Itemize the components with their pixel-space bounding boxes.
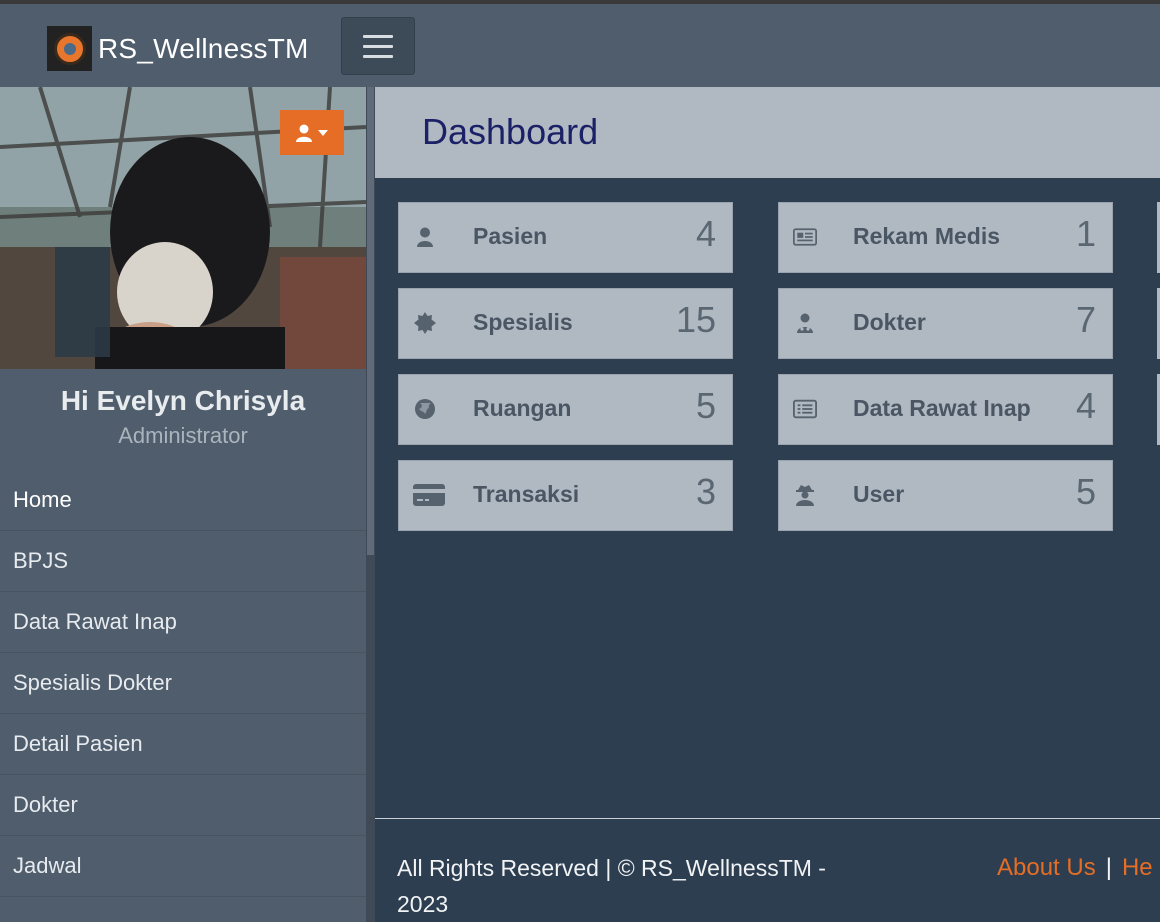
card-label: Data Rawat Inap xyxy=(853,395,1031,421)
doctor-icon xyxy=(793,311,817,335)
card-user[interactable]: User 5 xyxy=(778,460,1113,531)
page-title: Dashboard xyxy=(422,111,599,152)
globe-icon xyxy=(413,397,437,421)
card-ruangan[interactable]: Ruangan 5 xyxy=(398,374,733,445)
hamburger-icon xyxy=(363,34,393,38)
sidebar-item-jadwal[interactable]: Jadwal xyxy=(0,836,366,897)
profile-info: Hi Evelyn Chrisyla Administrator xyxy=(0,369,366,469)
card-data-rawat-inap[interactable]: Data Rawat Inap 4 xyxy=(778,374,1113,445)
brand[interactable]: RS_WellnessTM xyxy=(47,26,309,71)
sidebar-item-home[interactable]: Home xyxy=(0,470,366,531)
card-label: Dokter xyxy=(853,309,926,335)
card-count: 5 xyxy=(695,385,716,426)
sidebar-toggle-button[interactable] xyxy=(341,17,415,75)
card-label: Ruangan xyxy=(473,395,572,421)
main-content: Dashboard Pasien 4 Rekam Medis 1 Spesial… xyxy=(375,87,1160,922)
card-count: 3 xyxy=(695,471,716,512)
sidebar-item-bpjs[interactable]: BPJS xyxy=(0,531,366,592)
card-count: 7 xyxy=(1075,299,1096,340)
footer-divider xyxy=(375,818,1160,819)
sidebar: Hi Evelyn Chrisyla Administrator Home BP… xyxy=(0,87,375,922)
help-link[interactable]: He xyxy=(1122,854,1153,881)
sidebar-menu: Home BPJS Data Rawat Inap Spesialis Dokt… xyxy=(0,470,366,897)
credit-card-icon xyxy=(413,483,445,507)
sidebar-item-dokter[interactable]: Dokter xyxy=(0,775,366,836)
card-label: User xyxy=(853,481,905,507)
user-secret-icon xyxy=(793,483,817,507)
brand-title: RS_WellnessTM xyxy=(98,32,309,64)
brand-logo xyxy=(47,26,92,71)
chevron-down-icon xyxy=(318,129,328,136)
card-count: 5 xyxy=(1075,471,1096,512)
sidebar-scrollbar-thumb[interactable] xyxy=(367,87,374,555)
card-count: 4 xyxy=(1075,385,1096,426)
profile-photo xyxy=(0,87,366,369)
card-count: 15 xyxy=(675,299,716,340)
card-label: Transaksi xyxy=(473,481,580,507)
sidebar-item-data-rawat-inap[interactable]: Data Rawat Inap xyxy=(0,592,366,653)
card-rekam-medis[interactable]: Rekam Medis 1 xyxy=(778,202,1113,273)
user-icon xyxy=(413,225,437,249)
page-header: Dashboard xyxy=(375,87,1160,178)
sidebar-item-detail-pasien[interactable]: Detail Pasien xyxy=(0,714,366,775)
card-label: Pasien xyxy=(473,223,548,249)
card-dokter[interactable]: Dokter 7 xyxy=(778,288,1113,359)
user-icon xyxy=(296,124,312,142)
card-label: Spesialis xyxy=(473,309,573,335)
about-us-link[interactable]: About Us xyxy=(997,854,1096,881)
user-menu-button[interactable] xyxy=(280,110,344,155)
card-count: 4 xyxy=(695,213,716,254)
footer-copyright: All Rights Reserved | © RS_WellnessTM - … xyxy=(397,855,826,917)
sidebar-item-spesialis-dokter[interactable]: Spesialis Dokter xyxy=(0,653,366,714)
card-pasien[interactable]: Pasien 4 xyxy=(398,202,733,273)
card-spesialis[interactable]: Spesialis 15 xyxy=(398,288,733,359)
list-alt-icon xyxy=(793,397,817,421)
top-navbar: RS_WellnessTM xyxy=(0,4,1160,87)
certificate-icon xyxy=(413,311,437,335)
user-role: Administrator xyxy=(118,423,248,448)
card-label: Rekam Medis xyxy=(853,223,1001,249)
user-greeting: Hi Evelyn Chrisyla xyxy=(60,385,306,416)
card-transaksi[interactable]: Transaksi 3 xyxy=(398,460,733,531)
footer-links: About Us | He xyxy=(997,850,1153,886)
footer-separator: | xyxy=(1105,854,1112,881)
card-count: 1 xyxy=(1075,213,1096,254)
newspaper-icon xyxy=(793,225,817,249)
